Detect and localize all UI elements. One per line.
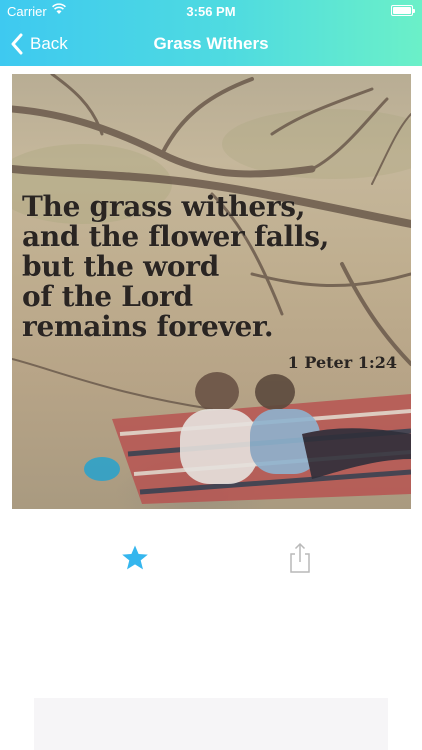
verse-line: The grass withers, (22, 190, 306, 223)
verse-image: The grass withers, and the flower falls,… (12, 74, 411, 509)
bottom-panel (34, 698, 388, 750)
battery-icon (391, 5, 415, 16)
share-button[interactable] (287, 542, 313, 574)
star-icon (122, 545, 148, 570)
page-title: Grass Withers (153, 34, 269, 53)
favorite-button[interactable] (121, 544, 149, 572)
verse-reference: 1 Peter 1:24 (287, 353, 397, 372)
status-time: 3:56 PM (186, 4, 236, 19)
verse-line: remains forever. (22, 310, 274, 343)
header: Carrier 3:56 PM Back Grass Withers (0, 0, 422, 66)
navigation-bar: Back Grass Withers (0, 22, 422, 66)
verse-line: and the flower falls, (22, 220, 330, 253)
verse-line: but the word (22, 250, 219, 283)
share-icon (290, 542, 310, 573)
status-bar: Carrier 3:56 PM (0, 0, 422, 22)
verse-text: The grass withers, and the flower falls,… (22, 192, 411, 342)
verse-line: of the Lord (22, 280, 193, 313)
